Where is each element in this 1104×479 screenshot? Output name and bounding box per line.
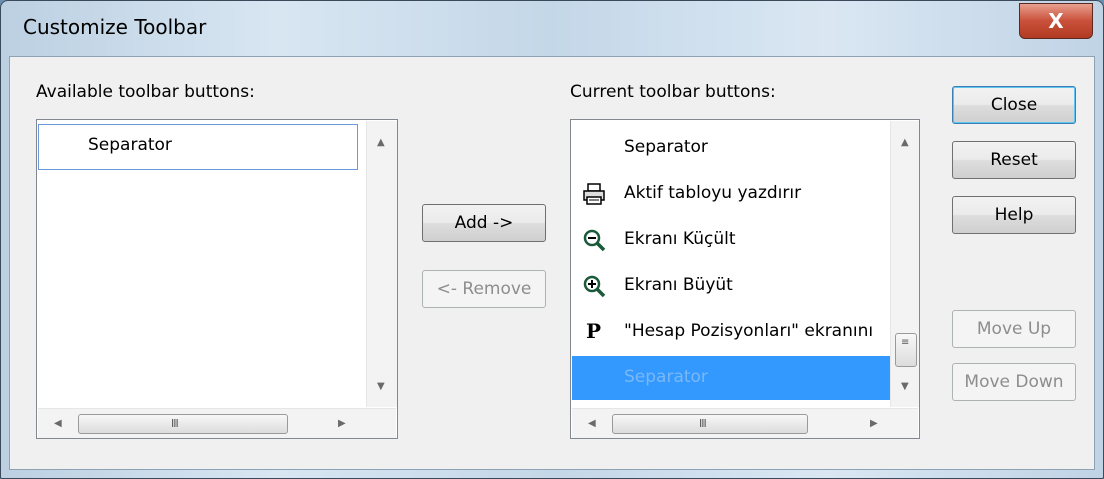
- scroll-thumb[interactable]: ≡: [895, 333, 917, 367]
- scroll-right-arrow-icon[interactable]: ▶: [870, 418, 878, 429]
- list-item[interactable]: Ekranı Küçült: [572, 218, 890, 262]
- help-button[interactable]: Help: [952, 196, 1076, 234]
- scroll-up-arrow-icon[interactable]: ▲: [377, 137, 385, 148]
- add-button[interactable]: Add ->: [422, 204, 546, 242]
- list-item[interactable]: Ekranı Büyüt: [572, 264, 890, 308]
- printer-icon: [582, 182, 606, 206]
- current-buttons-label: Current toolbar buttons:: [570, 82, 776, 102]
- available-vertical-scrollbar[interactable]: ▲ ▼: [366, 121, 397, 407]
- list-item-selected[interactable]: Separator: [572, 356, 890, 400]
- scroll-thumb[interactable]: III: [612, 414, 808, 434]
- window-title: Customize Toolbar: [23, 15, 207, 39]
- list-item[interactable]: Aktif tabloyu yazdırır: [572, 172, 890, 216]
- scroll-thumb[interactable]: III: [78, 414, 288, 434]
- list-item-label: Aktif tabloyu yazdırır: [624, 183, 802, 203]
- close-button[interactable]: Close: [952, 86, 1076, 124]
- scroll-right-arrow-icon[interactable]: ▶: [338, 418, 346, 429]
- list-item[interactable]: Separator: [38, 124, 358, 170]
- list-item-label: Separator: [624, 367, 708, 387]
- list-item-label: Separator: [624, 137, 708, 157]
- scroll-down-arrow-icon[interactable]: ▼: [901, 381, 909, 392]
- list-item-label: Ekranı Küçült: [624, 229, 736, 249]
- scroll-up-arrow-icon[interactable]: ▲: [901, 137, 909, 148]
- close-icon: X: [1048, 9, 1064, 33]
- scroll-grip-lines: ≡: [901, 337, 909, 348]
- scroll-left-arrow-icon[interactable]: ◀: [54, 418, 62, 429]
- zoom-out-icon: [582, 228, 606, 252]
- move-up-button[interactable]: Move Up: [952, 310, 1076, 348]
- list-item-label: Ekranı Büyüt: [624, 275, 733, 295]
- dialog-client-area: Available toolbar buttons: Separator ▲ ▼…: [9, 56, 1095, 470]
- scroll-grip: III: [699, 417, 707, 430]
- list-item[interactable]: Separator: [572, 126, 890, 170]
- scroll-down-arrow-icon[interactable]: ▼: [377, 381, 385, 392]
- move-down-button[interactable]: Move Down: [952, 363, 1076, 401]
- list-item-label: Separator: [88, 135, 172, 155]
- available-buttons-list[interactable]: Separator ▲ ▼ ◀ III ▶: [36, 119, 398, 439]
- current-vertical-scrollbar[interactable]: ▲ ≡ ▼: [890, 121, 919, 407]
- customize-toolbar-dialog: Customize Toolbar X Available toolbar bu…: [0, 0, 1104, 479]
- list-item-label: "Hesap Pozisyonları" ekranını: [624, 321, 874, 341]
- window-close-button[interactable]: X: [1019, 3, 1093, 39]
- remove-button[interactable]: <- Remove: [422, 270, 546, 308]
- reset-button[interactable]: Reset: [952, 141, 1076, 179]
- zoom-in-icon: [582, 274, 606, 298]
- current-buttons-list[interactable]: Separator Aktif tabloyu yazdırır Ekranı …: [570, 119, 920, 439]
- available-horizontal-scrollbar[interactable]: ◀ III ▶: [38, 408, 396, 438]
- scroll-left-arrow-icon[interactable]: ◀: [588, 418, 596, 429]
- available-buttons-label: Available toolbar buttons:: [36, 82, 255, 102]
- list-item[interactable]: P "Hesap Pozisyonları" ekranını: [572, 310, 890, 354]
- bold-p-icon: P: [586, 319, 602, 343]
- current-horizontal-scrollbar[interactable]: ◀ III ▶: [572, 408, 918, 438]
- scroll-grip: III: [171, 417, 179, 430]
